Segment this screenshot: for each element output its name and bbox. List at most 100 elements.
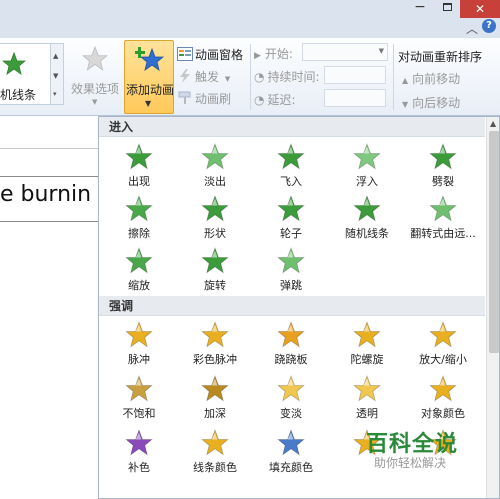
animation-option-label: 翻转式由远... <box>410 227 476 240</box>
slide-border <box>0 148 98 149</box>
animation-option[interactable]: 填充颜色 <box>253 427 329 477</box>
animation-option-label: 旋转 <box>204 279 226 292</box>
minimize-button[interactable]: − <box>406 0 434 18</box>
ribbon-animations: 机线条 ▲ ▼ ▾ 效果选项 ▼ 添加动画 ▼ 动画窗格 触发 ▼ 动画刷 ▶ … <box>0 38 500 116</box>
animation-option[interactable]: 缩放 <box>101 245 177 295</box>
animation-option[interactable]: 弹跳 <box>253 245 329 295</box>
animation-option[interactable]: 浮入 <box>329 141 405 191</box>
animation-option-label: 形状 <box>204 227 226 240</box>
animation-option-label: 轮子 <box>280 227 302 240</box>
watermark-subtitle: 助你轻松解决 <box>374 456 447 470</box>
star-color-pulse-icon <box>201 321 229 348</box>
animation-option-label: 缩放 <box>128 279 150 292</box>
star-pulse-icon <box>125 321 153 348</box>
animation-option[interactable]: 跷跷板 <box>253 319 329 369</box>
gallery-more-icon[interactable]: ▾ <box>53 90 57 98</box>
animation-option-label: 浮入 <box>356 175 378 188</box>
move-later-button[interactable]: ▼ 向后移动 <box>402 94 460 111</box>
animation-option[interactable]: 飞入 <box>253 141 329 191</box>
help-icon[interactable]: ? <box>482 19 496 33</box>
animation-option[interactable]: 旋转 <box>177 245 253 295</box>
add-animation-button[interactable]: 添加动画 ▼ <box>124 40 174 114</box>
animation-option[interactable]: 补色 <box>101 427 177 477</box>
star-spin-icon <box>353 321 381 348</box>
close-button[interactable]: ✕ <box>460 0 500 18</box>
animation-option[interactable]: 劈裂 <box>405 141 481 191</box>
arrow-up-icon: ▲ <box>402 76 409 85</box>
gallery-scrollbar[interactable]: ▲ ▼ ▾ <box>50 43 64 105</box>
random-bars-star-icon <box>2 52 26 75</box>
duration-field[interactable] <box>324 66 386 84</box>
animation-option[interactable]: 翻转式由远... <box>405 193 481 243</box>
animation-option-label: 飞入 <box>280 175 302 188</box>
slide-text[interactable]: e burnin <box>0 182 91 207</box>
clock-icon: ◔ <box>254 93 265 107</box>
star-complementary-icon <box>125 429 153 456</box>
add-animation-label: 添加动画 <box>125 83 174 97</box>
animation-painter-button[interactable]: 动画刷 <box>177 90 231 107</box>
trigger-button[interactable]: 触发 ▼ <box>177 68 230 85</box>
timing-group: ▶ 开始: ▼ ◔ 持续时间: ◔ 延迟: <box>254 42 390 112</box>
animation-option-label: 淡出 <box>204 175 226 188</box>
scroll-thumb[interactable] <box>489 131 499 353</box>
animation-option-label: 线条颜色 <box>193 461 237 474</box>
animation-option[interactable]: 形状 <box>177 193 253 243</box>
delay-field[interactable] <box>324 89 386 107</box>
move-later-label: 向后移动 <box>412 96 461 110</box>
star-shape-icon <box>201 195 229 222</box>
clock-icon: ◔ <box>254 70 265 84</box>
animation-option[interactable]: 出现 <box>101 141 177 191</box>
animation-option[interactable]: 轮子 <box>253 193 329 243</box>
star-zoom-icon <box>125 247 153 274</box>
paint-brush-icon <box>178 91 191 104</box>
gallery-down-icon[interactable]: ▼ <box>53 72 58 80</box>
arrow-down-icon: ▼ <box>402 100 409 109</box>
animation-option-label: 随机线条 <box>345 227 389 240</box>
animation-option[interactable]: 彩色脉冲 <box>177 319 253 369</box>
animation-option[interactable]: 随机线条 <box>329 193 405 243</box>
animation-option[interactable]: 陀螺旋 <box>329 319 405 369</box>
effect-options-star-icon <box>82 46 108 71</box>
animation-option[interactable]: 脉冲 <box>101 319 177 369</box>
star-darken-icon <box>201 375 229 402</box>
effect-options-button[interactable]: 效果选项 ▼ <box>68 44 122 112</box>
star-teeter-icon <box>277 321 305 348</box>
ribbon-separator <box>393 44 394 110</box>
animation-option[interactable]: 对象颜色 <box>405 373 481 423</box>
animation-option[interactable]: 透明 <box>329 373 405 423</box>
animation-pane-button[interactable]: 动画窗格 <box>177 46 243 63</box>
animation-option-label: 对象颜色 <box>421 407 465 420</box>
animation-option-label: 填充颜色 <box>269 461 313 474</box>
animation-painter-label: 动画刷 <box>195 92 232 106</box>
lightning-icon <box>180 69 190 83</box>
star-wheel-icon <box>277 195 305 222</box>
trigger-label: 触发 <box>195 70 220 84</box>
star-transparency-icon <box>353 375 381 402</box>
scroll-up-icon[interactable]: ▲ <box>490 119 496 128</box>
dropdown-scrollbar[interactable]: ▲ <box>486 117 499 498</box>
chevron-down-icon: ▼ <box>378 47 384 55</box>
animation-option[interactable]: 擦除 <box>101 193 177 243</box>
gallery-up-icon[interactable]: ▲ <box>53 52 58 60</box>
collapse-ribbon-icon[interactable]: ︿ <box>466 20 478 37</box>
gallery-item-label: 机线条 <box>0 88 37 102</box>
animation-option[interactable]: 不饱和 <box>101 373 177 423</box>
start-select[interactable]: ▼ <box>302 43 388 61</box>
star-split-icon <box>429 143 457 170</box>
section-header-entrance: 进入 <box>99 117 485 137</box>
move-earlier-button[interactable]: ▲ 向前移动 <box>402 70 460 87</box>
maximize-button[interactable] <box>434 0 460 18</box>
animation-option[interactable]: 变淡 <box>253 373 329 423</box>
animation-option[interactable]: 线条颜色 <box>177 427 253 477</box>
star-fill-color-icon <box>277 429 305 456</box>
animation-option[interactable]: 淡出 <box>177 141 253 191</box>
star-line-color-icon <box>201 429 229 456</box>
move-earlier-label: 向前移动 <box>412 72 461 86</box>
animation-option-label: 彩色脉冲 <box>193 353 237 366</box>
animation-option[interactable]: 加深 <box>177 373 253 423</box>
star-random-bars-icon <box>353 195 381 222</box>
star-fly-in-icon <box>277 143 305 170</box>
animation-option[interactable]: 放大/缩小 <box>405 319 481 369</box>
close-icon: ✕ <box>474 2 486 16</box>
delay-label: 延迟: <box>267 93 296 107</box>
